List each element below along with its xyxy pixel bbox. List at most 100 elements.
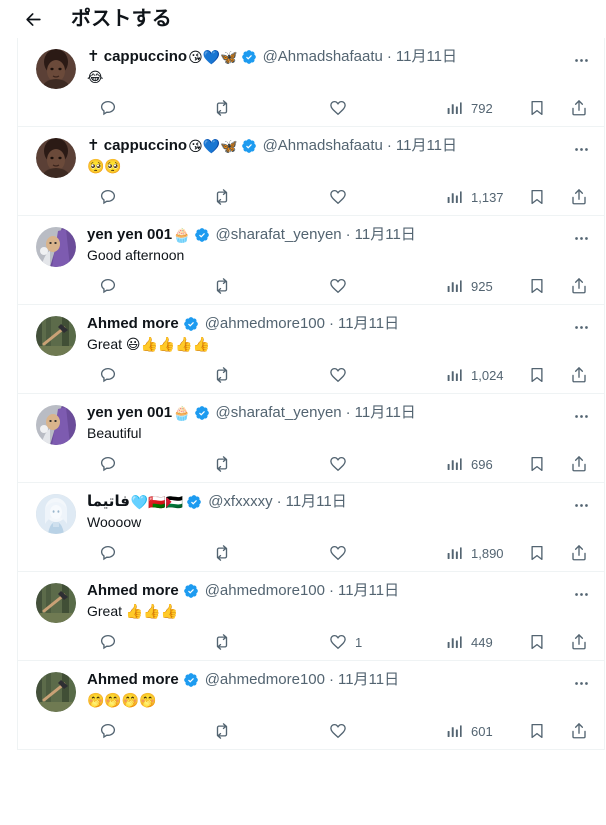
more-options-button[interactable]	[568, 670, 594, 696]
like-button[interactable]: 1	[329, 628, 362, 656]
repost-button[interactable]	[213, 539, 239, 567]
bookmark-button[interactable]	[528, 361, 546, 389]
more-options-button[interactable]	[568, 314, 594, 340]
display-name[interactable]: Ahmed more	[87, 670, 179, 690]
views-button[interactable]: 1,024	[445, 361, 504, 389]
repost-button[interactable]	[213, 272, 239, 300]
avatar[interactable]	[36, 405, 76, 445]
table-row[interactable]: ✝ cappuccino 😘💙🦋 @Ahmadshafaatu · 11月11日…	[18, 127, 604, 216]
user-handle[interactable]: @Ahmadshafaatu	[263, 47, 383, 67]
user-handle[interactable]: @ahmedmore100	[205, 314, 325, 334]
reply-button[interactable]	[99, 539, 125, 567]
bookmark-button[interactable]	[528, 94, 546, 122]
display-name[interactable]: yen yen 001	[87, 403, 172, 423]
like-button[interactable]	[329, 717, 355, 745]
post-timestamp[interactable]: 11月11日	[338, 581, 399, 601]
views-button[interactable]: 601	[445, 717, 493, 745]
share-button[interactable]	[570, 94, 588, 122]
views-button[interactable]: 925	[445, 272, 493, 300]
avatar[interactable]	[36, 672, 76, 712]
share-button[interactable]	[570, 717, 588, 745]
user-handle[interactable]: @sharafat_yenyen	[216, 403, 342, 423]
bookmark-button[interactable]	[528, 272, 546, 300]
share-button[interactable]	[570, 450, 588, 478]
more-options-button[interactable]	[568, 492, 594, 518]
reply-button[interactable]	[99, 450, 125, 478]
user-handle[interactable]: @sharafat_yenyen	[216, 225, 342, 245]
display-name[interactable]: yen yen 001	[87, 225, 172, 245]
post-timestamp[interactable]: 11月11日	[338, 670, 399, 690]
post-timestamp[interactable]: 11月11日	[338, 314, 399, 334]
share-button[interactable]	[570, 272, 588, 300]
more-options-button[interactable]	[568, 581, 594, 607]
table-row[interactable]: yen yen 001 🧁 @sharafat_yenyen · 11月11日 …	[18, 394, 604, 483]
repost-button[interactable]	[213, 628, 239, 656]
table-row[interactable]: Ahmed more @ahmedmore100 · 11月11日 Great …	[18, 572, 604, 661]
post-timestamp[interactable]: 11月11日	[355, 225, 416, 245]
avatar[interactable]	[36, 49, 76, 89]
display-name[interactable]: Ahmed more	[87, 581, 179, 601]
more-options-button[interactable]	[568, 136, 594, 162]
avatar[interactable]	[36, 316, 76, 356]
bookmark-button[interactable]	[528, 539, 546, 567]
share-button[interactable]	[570, 539, 588, 567]
share-button[interactable]	[570, 361, 588, 389]
views-button[interactable]: 449	[445, 628, 493, 656]
like-button[interactable]	[329, 361, 355, 389]
avatar[interactable]	[36, 494, 76, 534]
table-row[interactable]: yen yen 001 🧁 @sharafat_yenyen · 11月11日 …	[18, 216, 604, 305]
reply-button[interactable]	[99, 94, 125, 122]
display-name[interactable]: ✝ cappuccino	[87, 136, 187, 156]
table-row[interactable]: Ahmed more @ahmedmore100 · 11月11日 Great …	[18, 305, 604, 394]
like-button[interactable]	[329, 450, 355, 478]
avatar[interactable]	[36, 138, 76, 178]
share-button[interactable]	[570, 183, 588, 211]
repost-button[interactable]	[213, 183, 239, 211]
back-button[interactable]	[18, 4, 48, 34]
more-options-button[interactable]	[568, 225, 594, 251]
avatar[interactable]	[36, 227, 76, 267]
reply-button[interactable]	[99, 717, 125, 745]
display-name[interactable]: Ahmed more	[87, 314, 179, 334]
avatar[interactable]	[36, 583, 76, 623]
repost-button[interactable]	[213, 450, 239, 478]
user-handle[interactable]: @ahmedmore100	[205, 581, 325, 601]
like-button[interactable]	[329, 539, 355, 567]
like-button[interactable]	[329, 94, 355, 122]
post-timestamp[interactable]: 11月11日	[286, 492, 347, 512]
views-button[interactable]: 696	[445, 450, 493, 478]
bookmark-button[interactable]	[528, 628, 546, 656]
reply-button[interactable]	[99, 183, 125, 211]
repost-button[interactable]	[213, 361, 239, 389]
more-options-button[interactable]	[568, 47, 594, 73]
share-button[interactable]	[570, 628, 588, 656]
reply-button[interactable]	[99, 361, 125, 389]
views-button[interactable]: 1,890	[445, 539, 504, 567]
like-button[interactable]	[329, 183, 355, 211]
display-name[interactable]: ✝ cappuccino	[87, 47, 187, 67]
reply-button[interactable]	[99, 628, 125, 656]
display-name[interactable]: فاتيما	[87, 492, 130, 512]
bar-chart-icon	[445, 188, 463, 206]
more-options-button[interactable]	[568, 403, 594, 429]
post-timestamp[interactable]: 11月11日	[396, 47, 457, 67]
bookmark-button[interactable]	[528, 717, 546, 745]
user-handle[interactable]: @ahmedmore100	[205, 670, 325, 690]
table-row[interactable]: ✝ cappuccino 😘💙🦋 @Ahmadshafaatu · 11月11日…	[18, 38, 604, 127]
views-button[interactable]: 1,137	[445, 183, 504, 211]
post-timestamp[interactable]: 11月11日	[396, 136, 457, 156]
reply-button[interactable]	[99, 272, 125, 300]
repost-button[interactable]	[213, 94, 239, 122]
bookmark-button[interactable]	[528, 450, 546, 478]
post-timestamp[interactable]: 11月11日	[355, 403, 416, 423]
repost-button[interactable]	[213, 717, 239, 745]
table-row[interactable]: فاتيما 🩵🇴🇲🇵🇸 @xfxxxxy · 11月11日 Woooow 1,…	[18, 483, 604, 572]
table-row[interactable]: Ahmed more @ahmedmore100 · 11月11日 🤭🤭🤭🤭 6…	[18, 661, 604, 750]
user-handle[interactable]: @Ahmadshafaatu	[263, 136, 383, 156]
heart-icon	[329, 722, 347, 740]
view-count: 1,024	[471, 367, 504, 383]
like-button[interactable]	[329, 272, 355, 300]
bookmark-button[interactable]	[528, 183, 546, 211]
views-button[interactable]: 792	[445, 94, 493, 122]
user-handle[interactable]: @xfxxxxy	[208, 492, 272, 512]
